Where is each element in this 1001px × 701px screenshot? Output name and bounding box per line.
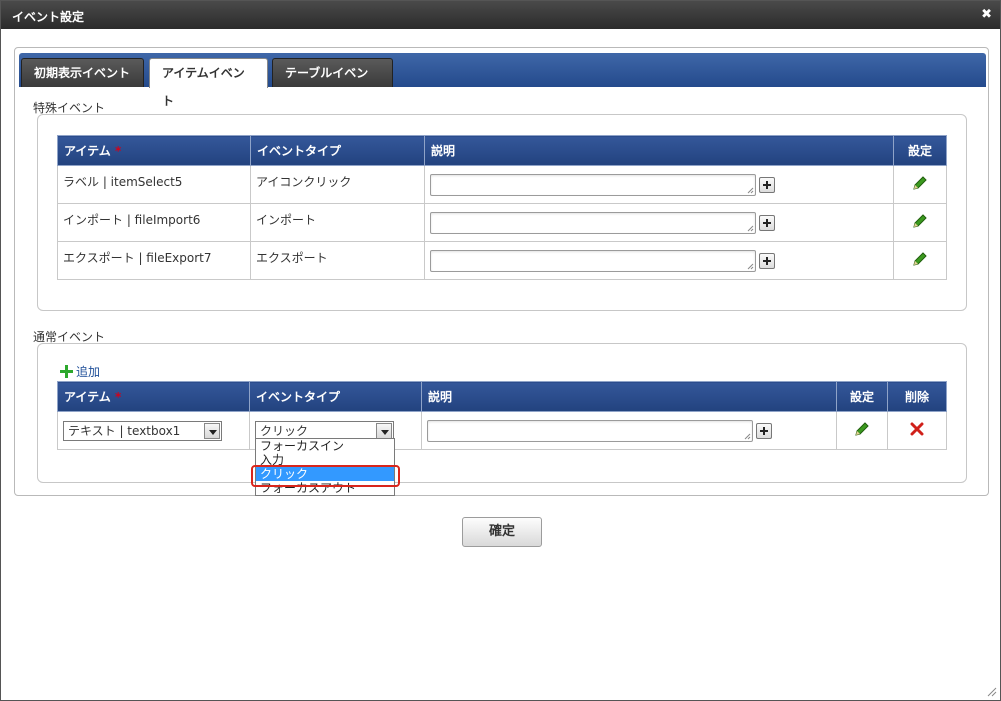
column-header-description: 説明 bbox=[421, 381, 837, 412]
delete-icon[interactable] bbox=[910, 422, 924, 436]
column-header-settings: 設定 bbox=[893, 135, 947, 166]
tab-item-events[interactable]: アイテムイベント bbox=[149, 58, 268, 108]
expand-description-button[interactable] bbox=[759, 176, 775, 193]
dropdown-option-focus-in[interactable]: フォーカスイン bbox=[256, 439, 394, 453]
dropdown-option-click[interactable]: クリック bbox=[256, 467, 394, 481]
event-type-dropdown-list: フォーカスイン 入力 クリック フォーカスアウト bbox=[255, 438, 395, 496]
chevron-down-icon bbox=[204, 422, 220, 439]
pencil-icon[interactable] bbox=[853, 420, 871, 438]
tab-table-events[interactable]: テーブルイベント bbox=[272, 58, 393, 108]
tab-bar: 初期表示イベント アイテムイベント テーブルイベント bbox=[19, 53, 986, 108]
expand-description-button[interactable] bbox=[759, 252, 775, 269]
dialog-titlebar[interactable]: イベント設定 ✖ bbox=[1, 1, 1000, 29]
event-type-cell: エクスポート bbox=[250, 241, 425, 280]
table-row: エクスポート | fileExport7 エクスポート bbox=[57, 241, 947, 280]
normal-events-table: アイテム * イベントタイプ 説明 設定 削除 テキスト | textbox1 … bbox=[57, 381, 947, 450]
description-textarea[interactable] bbox=[430, 211, 756, 234]
item-cell: インポート | fileImport6 bbox=[57, 203, 251, 242]
column-header-item: アイテム * bbox=[57, 381, 250, 412]
delete-cell bbox=[887, 411, 947, 450]
event-type-cell: インポート bbox=[250, 203, 425, 242]
settings-cell bbox=[893, 165, 947, 204]
table-row: ラベル | itemSelect5 アイコンクリック bbox=[57, 165, 947, 204]
description-cell bbox=[424, 203, 894, 242]
settings-cell bbox=[893, 241, 947, 280]
column-header-event-type: イベントタイプ bbox=[250, 135, 425, 166]
item-select[interactable]: テキスト | textbox1 bbox=[63, 420, 222, 441]
description-textarea[interactable] bbox=[430, 249, 756, 272]
event-settings-dialog: イベント設定 ✖ 初期表示イベント アイテムイベント テーブルイベント 特殊イベ… bbox=[0, 0, 1001, 701]
settings-cell bbox=[893, 203, 947, 242]
table-row: インポート | fileImport6 インポート bbox=[57, 203, 947, 242]
dropdown-option-focus-out[interactable]: フォーカスアウト bbox=[256, 481, 394, 495]
add-event-label: 追加 bbox=[76, 365, 101, 379]
dialog-title: イベント設定 bbox=[12, 10, 85, 24]
description-cell bbox=[424, 165, 894, 204]
column-header-description: 説明 bbox=[424, 135, 894, 166]
expand-description-button[interactable] bbox=[756, 422, 772, 439]
event-type-cell: アイコンクリック bbox=[250, 165, 425, 204]
table-row: テキスト | textbox1 クリック bbox=[57, 411, 947, 450]
pencil-icon[interactable] bbox=[911, 250, 929, 268]
column-header-event-type: イベントタイプ bbox=[249, 381, 422, 412]
settings-cell bbox=[836, 411, 888, 450]
pencil-icon[interactable] bbox=[911, 212, 929, 230]
special-events-table: アイテム * イベントタイプ 説明 設定 ラベル | itemSelect5 ア… bbox=[57, 135, 947, 280]
description-cell bbox=[421, 411, 837, 450]
column-header-item: アイテム * bbox=[57, 135, 251, 166]
expand-description-button[interactable] bbox=[759, 214, 775, 231]
pencil-icon[interactable] bbox=[911, 174, 929, 192]
item-cell: ラベル | itemSelect5 bbox=[57, 165, 251, 204]
column-header-settings: 設定 bbox=[836, 381, 888, 412]
dropdown-option-input[interactable]: 入力 bbox=[256, 453, 394, 467]
column-header-delete: 削除 bbox=[887, 381, 947, 412]
description-textarea[interactable] bbox=[430, 173, 756, 196]
close-icon[interactable]: ✖ bbox=[981, 7, 992, 22]
item-cell: テキスト | textbox1 bbox=[57, 411, 250, 450]
plus-icon bbox=[60, 365, 73, 378]
chevron-down-icon bbox=[376, 422, 392, 439]
description-cell bbox=[424, 241, 894, 280]
description-textarea[interactable] bbox=[427, 419, 753, 442]
item-cell: エクスポート | fileExport7 bbox=[57, 241, 251, 280]
add-event-button[interactable]: 追加 bbox=[60, 363, 100, 380]
confirm-button[interactable]: 確定 bbox=[462, 517, 542, 547]
tab-initial-display-events[interactable]: 初期表示イベント bbox=[21, 58, 144, 87]
resize-grip-icon[interactable] bbox=[986, 686, 997, 697]
